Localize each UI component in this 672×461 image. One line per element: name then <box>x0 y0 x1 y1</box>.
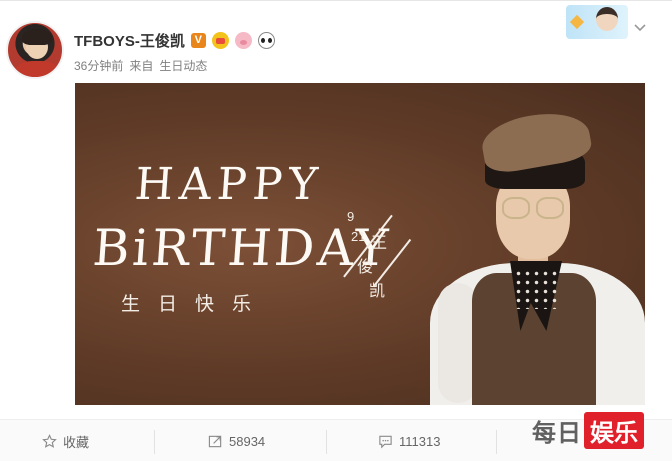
favorite-button[interactable]: 收藏 <box>42 420 89 461</box>
banner-name-char: 凯 <box>369 283 386 300</box>
portrait-figure <box>430 106 645 405</box>
favorite-label: 收藏 <box>63 435 90 450</box>
watermark-brand: 娱乐 <box>584 411 644 449</box>
banner-date-month: 9 <box>347 209 355 224</box>
verified-icon[interactable]: V <box>190 32 206 48</box>
crown-icon[interactable] <box>211 31 229 49</box>
action-divider <box>326 430 327 454</box>
username-link[interactable]: TFBOYS-王俊凯 <box>74 30 185 51</box>
banner-wish-text: 生日快乐 <box>121 294 270 315</box>
portrait-scarf-dots <box>514 269 558 309</box>
cartoon-boy-icon <box>596 7 618 31</box>
comment-count: 111313 <box>399 434 441 449</box>
pig-icon[interactable] <box>234 31 252 49</box>
watermark-text: 每日 <box>532 419 582 447</box>
repost-count: 58934 <box>229 434 266 449</box>
post-meta: 36分钟前 来自 生日动态 <box>74 57 207 74</box>
post-image[interactable]: HAPPY BiRTHDAY 生日快乐 9 21 王 俊 凯 <box>75 83 645 405</box>
portrait-glasses <box>502 197 530 219</box>
repost-button[interactable]: 58934 <box>208 420 265 461</box>
banner-name-char: 俊 <box>357 259 374 276</box>
chevron-down-icon[interactable] <box>632 19 648 35</box>
header-name-row: TFBOYS-王俊凯 V <box>74 29 275 51</box>
watermark-logo: 每日 娱乐 <box>532 411 644 449</box>
banner-birthday-text: BiRTHDAY <box>90 219 393 277</box>
post-source[interactable]: 生日动态 <box>159 57 207 74</box>
avatar[interactable] <box>6 21 64 79</box>
card-decoration-sticker <box>566 5 628 39</box>
panda-icon[interactable] <box>257 31 275 49</box>
star-outline-icon <box>42 434 57 448</box>
banner-date-day: 21 <box>351 229 366 244</box>
action-divider <box>154 430 155 454</box>
comment-button[interactable]: 111313 <box>378 420 440 461</box>
banner-name-char: 王 <box>371 235 388 252</box>
star-icon <box>569 14 585 30</box>
weibo-post: TFBOYS-王俊凯 V 36分钟前 来自 生日动态 HAPPY BiRTHDA… <box>0 0 672 461</box>
source-prefix: 来自 <box>129 59 154 73</box>
avatar-body <box>14 61 60 77</box>
portrait-glasses <box>536 197 564 219</box>
action-divider <box>496 430 497 454</box>
avatar-hair <box>22 29 52 45</box>
repost-icon <box>208 435 222 448</box>
post-time[interactable]: 36分钟前 <box>74 57 123 74</box>
banner-happy-text: HAPPY <box>133 159 326 210</box>
comment-icon <box>379 435 392 449</box>
